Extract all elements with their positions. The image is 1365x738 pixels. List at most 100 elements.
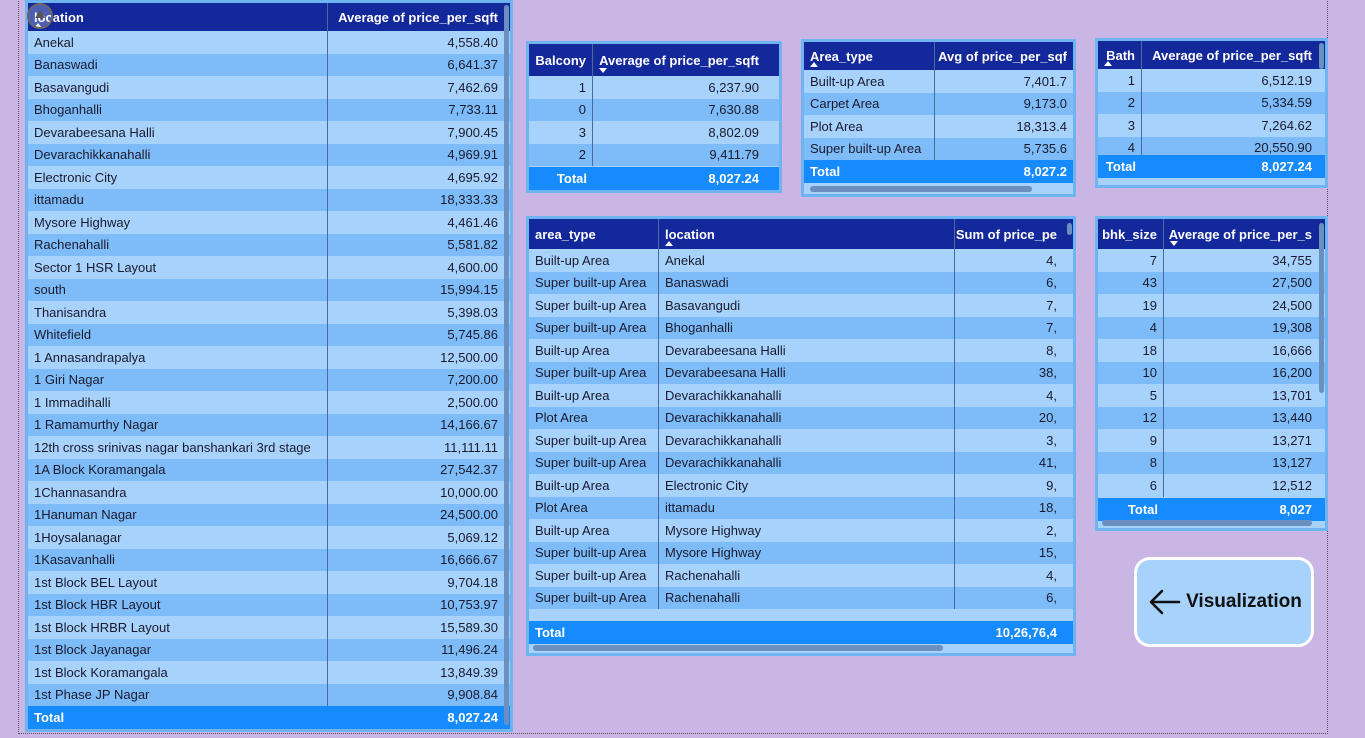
bhk-table[interactable]: bhk_size Average of price_per_s 7 34,755 43 2… — [1098, 219, 1325, 528]
table-row[interactable]: Super built-up Area Basavangudi 7, — [529, 294, 1073, 317]
column-header[interactable]: Bath — [1098, 41, 1142, 69]
table-row[interactable]: Super built-up Area Mysore Highway 15, — [529, 541, 1073, 564]
vertical-scrollbar[interactable] — [1319, 223, 1324, 393]
balcony-table[interactable]: Balcony Average of price_per_sqft 1 6,237.9… — [529, 44, 779, 190]
column-header[interactable]: Average of price_per_sqft — [1142, 41, 1318, 69]
table-row[interactable]: 1A Block Koramangala 27,542.37 — [28, 458, 510, 481]
table-row[interactable]: Super built-up Area Devarachikkanahalli 3, — [529, 429, 1073, 452]
table-row[interactable]: Super built-up Area 5,735.6 — [804, 137, 1073, 160]
table-row[interactable]: Built-up Area Electronic City 9, — [529, 474, 1073, 497]
column-header[interactable]: bhk_size — [1098, 219, 1164, 249]
table-row[interactable]: Built-up Area Anekal 4, — [529, 249, 1073, 272]
table-row[interactable]: 7 34,755 — [1098, 249, 1325, 272]
area-type-table[interactable]: Area_type Avg of price_per_sqf Built-up Ar… — [804, 42, 1073, 194]
balcony-table-visual[interactable]: Balcony Average of price_per_sqft 1 6,237.9… — [526, 41, 782, 193]
table-row[interactable]: Rachenahalli 5,581.82 — [28, 233, 510, 256]
column-header[interactable]: location — [28, 3, 328, 31]
column-header[interactable]: Avg of price_per_sqf — [935, 42, 1073, 70]
table-row[interactable]: 6 12,512 — [1098, 474, 1325, 497]
table-row[interactable]: ittamadu 18,333.33 — [28, 188, 510, 211]
table-row[interactable]: Basavangudi 7,462.69 — [28, 76, 510, 99]
table-row[interactable]: Built-up Area Devarabeesana Halli 8, — [529, 339, 1073, 362]
table-row[interactable]: Bhoganhalli 7,733.11 — [28, 98, 510, 121]
table-row[interactable]: 0 7,630.88 — [529, 98, 779, 121]
column-header[interactable]: Average of price_per_s — [1164, 219, 1318, 249]
table-row[interactable]: Thanisandra 5,398.03 — [28, 301, 510, 324]
table-row[interactable]: Devarachikkanahalli 4,969.91 — [28, 143, 510, 166]
focus-mode-icon[interactable] — [27, 3, 53, 29]
table-row[interactable]: 1Channasandra 10,000.00 — [28, 481, 510, 504]
table-row[interactable]: 9 13,271 — [1098, 429, 1325, 452]
table-row[interactable]: 1 Immadihalli 2,500.00 — [28, 391, 510, 414]
table-row[interactable]: Super built-up Area Bhoganhalli 7, — [529, 316, 1073, 339]
location-table-visual[interactable]: location Average of price_per_sqft Anekal 4… — [25, 0, 513, 732]
table-row[interactable]: Sector 1 HSR Layout 4,600.00 — [28, 256, 510, 279]
table-row[interactable]: Built-up Area Devarachikkanahalli 4, — [529, 384, 1073, 407]
area-location-table-visual[interactable]: area_type location Sum of price_pe Built-up… — [526, 216, 1076, 656]
horizontal-scrollbar[interactable] — [1102, 520, 1312, 526]
table-row[interactable]: 19 24,500 — [1098, 294, 1325, 317]
table-row[interactable]: Plot Area ittamadu 18, — [529, 496, 1073, 519]
area-location-table[interactable]: area_type location Sum of price_pe Built-up… — [529, 219, 1073, 653]
table-row[interactable]: Plot Area 18,313.4 — [804, 115, 1073, 138]
table-row[interactable]: 43 27,500 — [1098, 271, 1325, 294]
area-type-table-visual[interactable]: Area_type Avg of price_per_sqf Built-up Ar… — [801, 39, 1076, 197]
bath-table-visual[interactable]: Bath Average of price_per_sqft 1 6,512.19 2 5… — [1095, 38, 1328, 188]
table-row[interactable]: 1 6,237.90 — [529, 76, 779, 99]
table-row[interactable]: 18 16,666 — [1098, 339, 1325, 362]
table-row[interactable]: Carpet Area 9,173.0 — [804, 92, 1073, 115]
table-row[interactable]: Super built-up Area Devarabeesana Halli 38… — [529, 361, 1073, 384]
table-row[interactable]: 4 19,308 — [1098, 316, 1325, 339]
table-row[interactable]: 1 6,512.19 — [1098, 69, 1325, 92]
table-row[interactable]: Super built-up Area Rachenahalli 6, — [529, 586, 1073, 609]
table-row[interactable]: Whitefield 5,745.86 — [28, 323, 510, 346]
column-header[interactable]: Sum of price_pe — [955, 219, 1063, 249]
table-row[interactable]: 8 13,127 — [1098, 451, 1325, 474]
table-row[interactable]: Built-up Area Mysore Highway 2, — [529, 519, 1073, 542]
table-row[interactable]: 2 9,411.79 — [529, 143, 779, 166]
table-row[interactable]: Plot Area Devarachikkanahalli 20, — [529, 406, 1073, 429]
table-row[interactable]: 1Kasavanhalli 16,666.67 — [28, 548, 510, 571]
table-row[interactable]: 1st Block Jayanagar 11,496.24 — [28, 638, 510, 661]
location-table[interactable]: location Average of price_per_sqft Anekal 4… — [28, 3, 510, 729]
table-row[interactable]: Anekal 4,558.40 — [28, 31, 510, 54]
table-row[interactable]: Banaswadi 6,641.37 — [28, 53, 510, 76]
table-row[interactable]: 1 Annasandrapalya 12,500.00 — [28, 346, 510, 369]
column-header[interactable]: Balcony — [529, 44, 593, 76]
table-row[interactable]: Electronic City 4,695.92 — [28, 166, 510, 189]
table-row[interactable]: 12 13,440 — [1098, 406, 1325, 429]
table-row[interactable]: Devarabeesana Halli 7,900.45 — [28, 121, 510, 144]
table-row[interactable]: 10 16,200 — [1098, 361, 1325, 384]
table-row[interactable]: 1st Block HBR Layout 10,753.97 — [28, 593, 510, 616]
column-header[interactable]: area_type — [529, 219, 659, 249]
table-row[interactable]: 1st Block HRBR Layout 15,589.30 — [28, 616, 510, 639]
bhk-table-visual[interactable]: bhk_size Average of price_per_s 7 34,755 43 2… — [1095, 216, 1328, 531]
table-row[interactable]: 1Hoysalanagar 5,069.12 — [28, 526, 510, 549]
table-row[interactable]: 1st Phase JP Nagar 9,908.84 — [28, 683, 510, 706]
column-header[interactable]: location — [659, 219, 955, 249]
vertical-scrollbar[interactable] — [1067, 223, 1072, 235]
table-row[interactable]: Super built-up Area Rachenahalli 4, — [529, 564, 1073, 587]
bath-table[interactable]: Bath Average of price_per_sqft 1 6,512.19 2 5… — [1098, 41, 1325, 185]
table-row[interactable]: 5 13,701 — [1098, 384, 1325, 407]
vertical-scrollbar[interactable] — [1319, 43, 1324, 69]
column-header[interactable]: Average of price_per_sqft — [593, 44, 765, 76]
table-row[interactable]: 1st Block BEL Layout 9,704.18 — [28, 571, 510, 594]
visualization-nav-button[interactable]: Visualization — [1134, 557, 1314, 647]
table-row[interactable]: 3 8,802.09 — [529, 121, 779, 144]
column-header[interactable]: Area_type — [804, 42, 935, 70]
column-header[interactable]: Average of price_per_sqft — [328, 3, 504, 31]
table-row[interactable]: 1Hanuman Nagar 24,500.00 — [28, 503, 510, 526]
table-row[interactable]: Built-up Area 7,401.7 — [804, 70, 1073, 93]
vertical-scrollbar[interactable] — [504, 5, 509, 725]
table-row[interactable]: Super built-up Area Devarachikkanahalli 41… — [529, 451, 1073, 474]
table-row[interactable]: 12th cross srinivas nagar banshankari 3r… — [28, 436, 510, 459]
table-row[interactable]: Super built-up Area Banaswadi 6, — [529, 271, 1073, 294]
horizontal-scrollbar[interactable] — [810, 186, 1032, 192]
table-row[interactable]: 2 5,334.59 — [1098, 91, 1325, 114]
horizontal-scrollbar[interactable] — [533, 645, 943, 651]
table-row[interactable]: 1 Giri Nagar 7,200.00 — [28, 368, 510, 391]
table-row[interactable]: Mysore Highway 4,461.46 — [28, 211, 510, 234]
table-row[interactable]: 1st Block Koramangala 13,849.39 — [28, 661, 510, 684]
table-row[interactable]: 3 7,264.62 — [1098, 114, 1325, 137]
